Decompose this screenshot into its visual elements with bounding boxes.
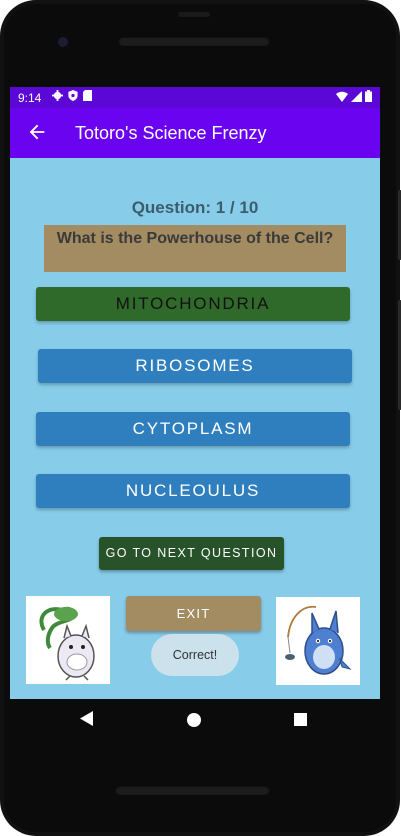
answer-button-cytoplasm[interactable]: CYTOPLASM: [36, 412, 350, 446]
blue-totoro-fishing-icon: [285, 605, 352, 675]
status-system-icons: [336, 90, 372, 102]
white-totoro-with-leaf-icon: [39, 606, 95, 681]
wifi-icon: [336, 91, 348, 102]
app-screen: 9:14 Totoro's Science Frenzy Question: 1…: [10, 87, 380, 699]
exit-button[interactable]: EXIT: [126, 596, 261, 631]
question-counter: Question: 1 / 10: [131, 198, 259, 217]
question-box: What is the Powerhouse of the Cell?: [44, 225, 346, 272]
totoro-fishing-image: [276, 597, 360, 685]
sd-card-icon: [83, 90, 92, 101]
front-camera: [55, 34, 71, 50]
answer-button-mitochondria[interactable]: MITOCHONDRIA: [36, 287, 350, 321]
back-arrow-icon[interactable]: [26, 121, 48, 143]
app-bar: Totoro's Science Frenzy: [10, 108, 380, 158]
answer-button-nucleoulus[interactable]: NUCLEOULUS: [36, 474, 350, 508]
status-bar: 9:14: [10, 87, 380, 108]
next-question-button[interactable]: GO TO NEXT QUESTION: [99, 537, 284, 570]
bottom-speaker: [115, 785, 270, 795]
status-notification-icons: [52, 90, 92, 101]
settings-gear-icon: [52, 90, 63, 101]
question-text: What is the Powerhouse of the Cell?: [56, 230, 334, 247]
nav-home-icon[interactable]: [187, 713, 201, 727]
signal-icon: [351, 90, 362, 102]
nav-back-icon[interactable]: [80, 711, 93, 726]
totoro-leaf-image: [26, 596, 110, 684]
app-title: Totoro's Science Frenzy: [75, 123, 267, 143]
status-time: 9:14: [18, 91, 42, 105]
toast-message: Correct!: [151, 634, 239, 676]
battery-icon: [365, 90, 372, 102]
earpiece-speaker: [118, 36, 270, 46]
shield-icon: [68, 90, 78, 101]
nav-recents-icon[interactable]: [294, 713, 307, 726]
phone-frame: 9:14 Totoro's Science Frenzy Question: 1…: [0, 0, 401, 836]
top-edge-line: [178, 12, 210, 17]
answer-button-ribosomes[interactable]: RIBOSOMES: [38, 349, 352, 383]
